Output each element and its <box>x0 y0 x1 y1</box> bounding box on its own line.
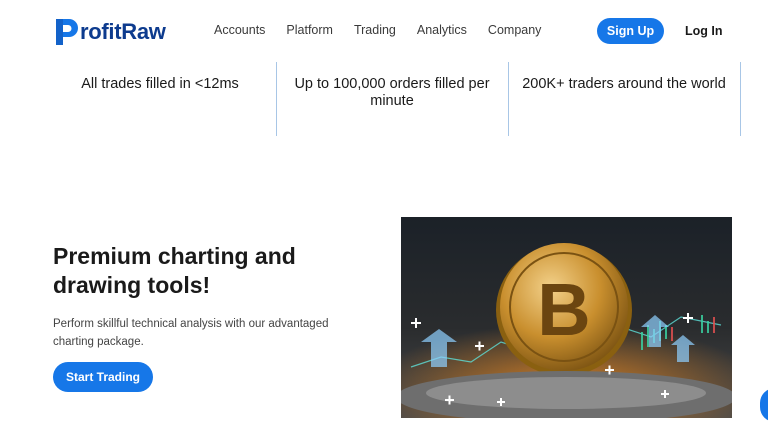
stat-item: All trades filled in <12ms <box>44 62 276 136</box>
main-nav: Accounts Platform Trading Analytics Comp… <box>214 23 562 37</box>
bitcoin-coin-image: B <box>401 217 732 418</box>
chat-widget-button[interactable] <box>760 388 768 422</box>
stat-text: 200K+ traders around the world <box>522 76 726 92</box>
nav-accounts[interactable]: Accounts <box>214 23 265 37</box>
stat-text: All trades filled in <12ms <box>81 76 239 92</box>
stats-row: All trades filled in <12ms Up to 100,000… <box>44 62 744 136</box>
logo-mark-icon <box>52 17 82 47</box>
sign-up-button[interactable]: Sign Up <box>597 18 664 44</box>
log-in-link[interactable]: Log In <box>685 24 723 38</box>
site-header: rofitRaw Accounts Platform Trading Analy… <box>0 0 768 62</box>
nav-analytics[interactable]: Analytics <box>417 23 467 37</box>
stat-divider <box>508 62 509 136</box>
stat-divider <box>276 62 277 136</box>
nav-platform[interactable]: Platform <box>286 23 333 37</box>
logo-text: rofitRaw <box>80 19 166 44</box>
stat-divider <box>740 62 741 136</box>
stat-item: Up to 100,000 orders filled per minute <box>282 62 502 136</box>
hero-description: Perform skillful technical analysis with… <box>53 318 329 348</box>
hero-title: Premium charting and drawing tools! <box>53 243 296 298</box>
start-trading-button[interactable]: Start Trading <box>53 362 153 392</box>
svg-text:B: B <box>537 268 590 351</box>
profitraw-logo[interactable]: rofitRaw <box>52 16 166 48</box>
stat-text: Up to 100,000 orders filled per minute <box>294 76 490 109</box>
nav-trading[interactable]: Trading <box>354 23 396 37</box>
nav-company[interactable]: Company <box>488 23 542 37</box>
stat-item: 200K+ traders around the world <box>518 62 730 136</box>
